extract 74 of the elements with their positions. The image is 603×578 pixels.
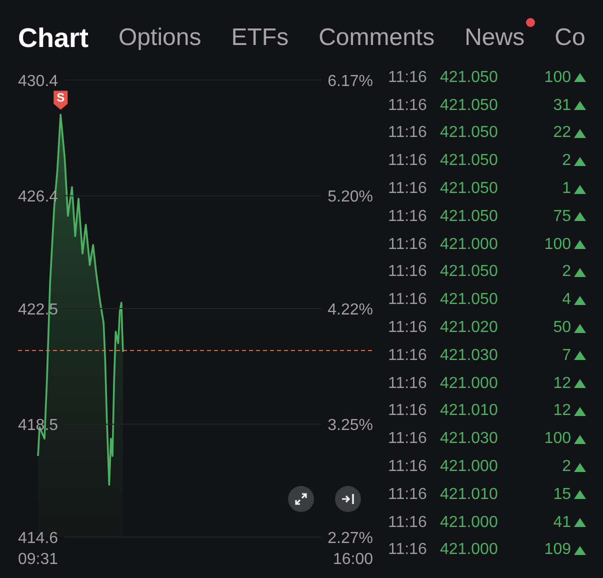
- axis-label: 414.6: [18, 530, 58, 547]
- trade-price: 421.000: [440, 458, 499, 476]
- tab[interactable]: Chart: [18, 23, 89, 64]
- trade-price: 421.030: [440, 346, 499, 365]
- jump-to-latest-button[interactable]: [335, 486, 361, 512]
- axis-label: 430.4: [18, 73, 58, 90]
- trade-volume: 41: [552, 514, 571, 532]
- tab[interactable]: Comments: [318, 24, 435, 64]
- trade-price: 421.050: [440, 152, 499, 170]
- trade-time: 11:16: [388, 514, 428, 532]
- trade-time: 11:16: [388, 263, 428, 282]
- trade-price: 421.010: [440, 402, 499, 420]
- trade-volume: 4: [561, 291, 571, 310]
- trade-time: 11:16: [388, 96, 428, 115]
- tab[interactable]: ETFs: [231, 24, 289, 64]
- expand-icon: [294, 492, 308, 506]
- trade-time: 11:16: [388, 291, 428, 310]
- trade-price: 421.050: [440, 291, 499, 310]
- trade-time: 11:16: [388, 152, 428, 170]
- trade-volume: 2: [561, 458, 571, 476]
- trade-volume: 22: [552, 124, 571, 142]
- tab[interactable]: Options: [118, 24, 202, 64]
- trade-price: 421.050: [440, 124, 499, 142]
- axis-label: 5.20%: [328, 188, 373, 206]
- trade-time: 11:16: [388, 402, 428, 420]
- trade-price: 421.000: [440, 374, 499, 393]
- trade-time: 11:16: [388, 124, 428, 142]
- trade-volume: 2: [561, 263, 571, 282]
- fullscreen-button[interactable]: [288, 486, 314, 512]
- trade-volume: 12: [552, 402, 571, 420]
- axis-label: 4.22%: [328, 302, 373, 318]
- trade-time: 11:16: [388, 458, 428, 476]
- trade-price: 421.050: [440, 208, 499, 226]
- trade-price: 421.050: [440, 180, 499, 198]
- trade-time: 11:16: [388, 346, 428, 365]
- arrow-to-bar-icon: [341, 493, 355, 505]
- trade-time: 11:16: [388, 319, 428, 338]
- time-label: 16:00: [332, 551, 374, 568]
- trade-volume: 2: [561, 152, 571, 170]
- trade-volume: 109: [543, 541, 571, 560]
- trade-volume: 100: [543, 68, 571, 87]
- signal-marker: S: [54, 90, 68, 110]
- tab[interactable]: Co: [554, 24, 586, 64]
- trade-volume: 100: [543, 236, 571, 254]
- trade-time: 11:16: [388, 374, 428, 393]
- trade-price: 421.030: [440, 430, 499, 448]
- trade-price: 421.010: [440, 486, 499, 504]
- trade-volume: 12: [552, 374, 571, 393]
- trade-time: 11:16: [388, 236, 428, 254]
- trade-time: 11:16: [388, 180, 428, 198]
- trade-time: 11:16: [388, 486, 428, 504]
- trade-volume: 100: [543, 430, 571, 448]
- trade-price: 421.050: [440, 96, 499, 115]
- trade-price: 421.000: [440, 514, 499, 532]
- trade-volume: 31: [552, 96, 571, 115]
- trade-price: 421.020: [440, 319, 499, 338]
- time-label: 09:31: [18, 551, 58, 568]
- axis-label: 3.25%: [328, 417, 373, 434]
- trade-price: 421.000: [440, 236, 499, 254]
- trade-volume: 7: [561, 346, 571, 365]
- trade-volume: 15: [552, 486, 571, 504]
- trade-time: 11:16: [388, 541, 428, 560]
- axis-label: 2.27%: [328, 530, 373, 547]
- tab[interactable]: News: [464, 24, 525, 64]
- trade-price: 421.050: [440, 263, 499, 282]
- trade-time: 11:16: [388, 208, 428, 226]
- axis-label: 6.17%: [328, 73, 373, 90]
- trade-time: 11:16: [388, 430, 428, 448]
- trade-volume: 50: [552, 319, 571, 338]
- trade-volume: 1: [561, 180, 571, 198]
- trade-volume: 75: [552, 208, 571, 226]
- trade-price: 421.050: [440, 68, 499, 87]
- trade-time: 11:16: [388, 68, 428, 87]
- trade-price: 421.000: [440, 541, 499, 560]
